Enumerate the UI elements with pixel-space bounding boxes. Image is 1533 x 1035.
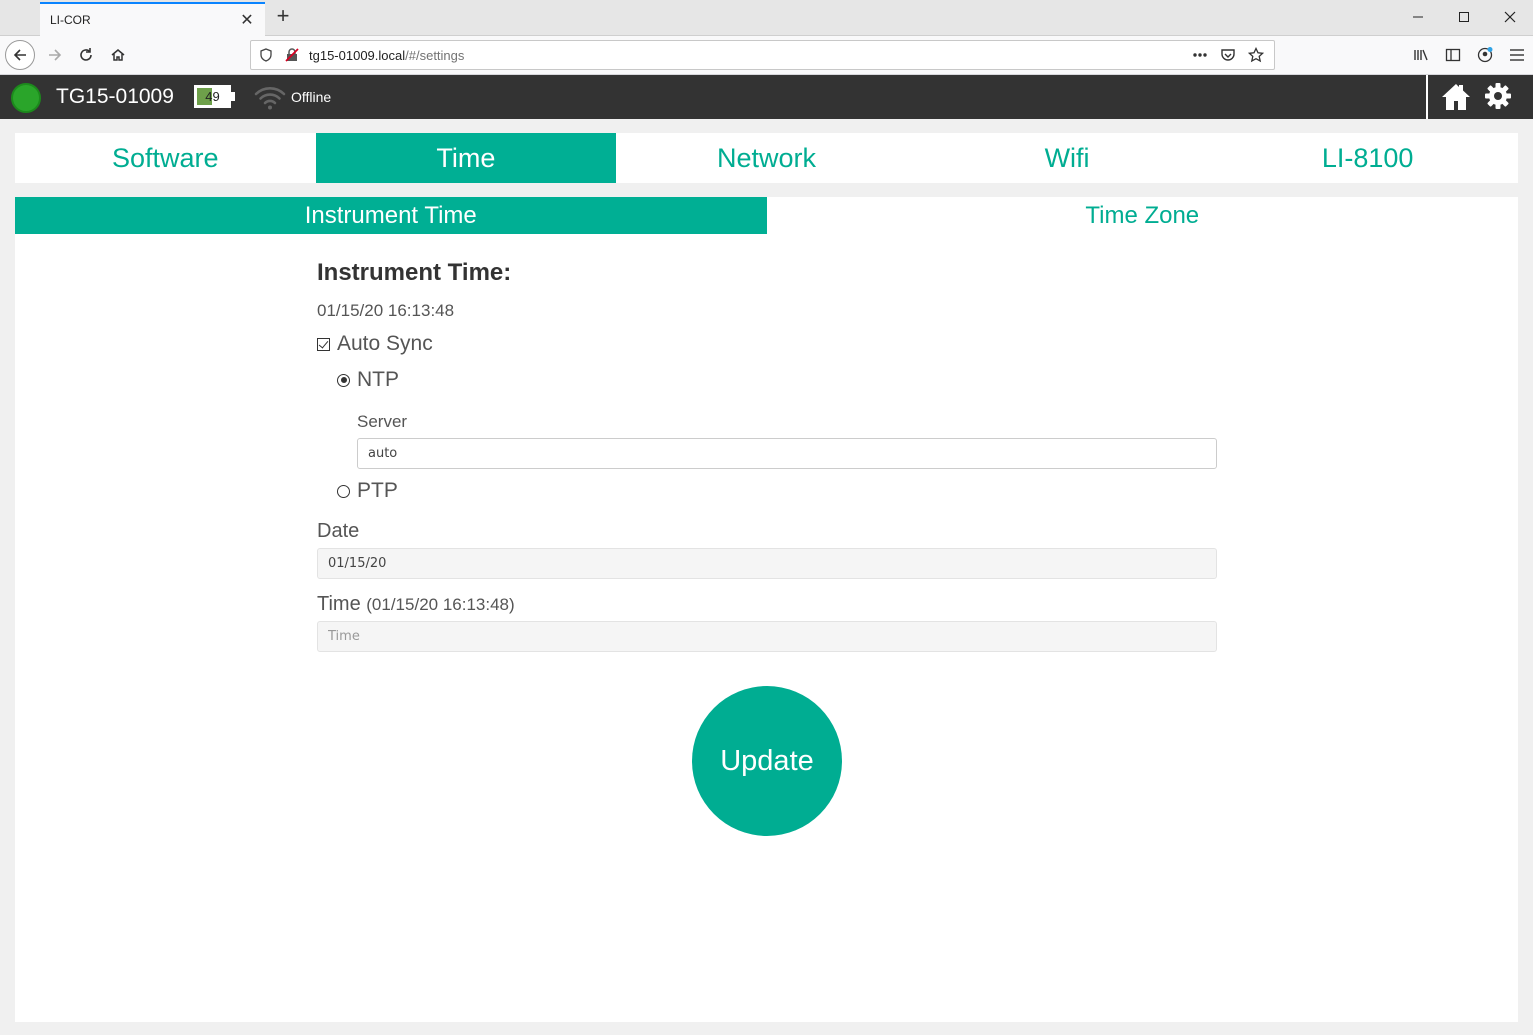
menu-icon[interactable] [1501,40,1533,70]
browser-tab-title: LI-COR [50,13,91,27]
bookmark-star-icon[interactable] [1246,45,1266,65]
home-icon[interactable] [103,40,133,70]
device-name: TG15-01009 [56,85,174,108]
reload-icon[interactable] [71,40,101,70]
battery-icon: 49 [194,85,235,108]
new-tab-icon[interactable]: + [272,4,294,30]
back-arrow-icon[interactable] [5,40,35,70]
browser-tab[interactable]: LI-COR ✕ [40,2,265,36]
shield-icon[interactable] [255,44,277,66]
maximize-icon[interactable] [1441,0,1487,34]
browser-nav-bar: tg15-01009.local/#/settings [0,36,1533,75]
battery-level: 49 [205,89,220,104]
subtab-time-zone[interactable]: Time Zone [767,197,1519,234]
tab-time[interactable]: Time [315,133,617,183]
ptp-radio[interactable] [337,484,350,498]
tab-wifi[interactable]: Wifi [917,133,1218,183]
form-heading: Instrument Time: [317,259,512,286]
page-edge [1527,119,1533,1035]
settings-tabs: Software Time Network Wifi LI-8100 [15,133,1518,183]
time-label-row: Time (01/15/20 16:13:48) [317,593,515,616]
ntp-label: NTP [357,368,399,391]
browser-toolbar-right [1405,40,1533,70]
time-sub-tabs: Instrument Time Time Zone [15,197,1518,234]
tab-software[interactable]: Software [15,133,316,183]
url-path: /#/settings [405,47,465,63]
url-bar[interactable]: tg15-01009.local/#/settings [250,40,1275,70]
time-input[interactable] [317,621,1217,652]
settings-gear-icon[interactable] [1484,82,1512,110]
ptp-option[interactable]: PTP [337,479,398,503]
tab-network[interactable]: Network [616,133,917,183]
sidebar-icon[interactable] [1437,40,1469,70]
current-time: 01/15/20 16:13:48 [317,301,455,320]
time-hint: (01/15/20 16:13:48) [366,595,515,614]
pocket-icon[interactable] [1218,45,1238,65]
ptp-label: PTP [357,479,398,502]
wifi-icon [254,87,286,110]
url-host: tg15-01009.local [309,47,406,63]
time-settings-panel: Instrument Time Time Zone Instrument Tim… [15,197,1518,1022]
app-header: TG15-01009 49 Offline [0,75,1533,119]
wifi-status: Offline [291,89,332,105]
tab-li-8100[interactable]: LI-8100 [1217,133,1518,183]
server-label: Server [357,412,408,431]
date-label: Date [317,520,360,542]
insecure-lock-icon[interactable] [281,44,303,66]
update-button[interactable]: Update [692,686,842,836]
auto-sync-row[interactable]: Auto Sync [317,332,433,356]
account-icon[interactable] [1469,40,1501,70]
close-icon[interactable]: ✕ [239,10,255,30]
ntp-radio[interactable] [337,373,350,387]
url-text: tg15-01009.local/#/settings [309,48,1190,63]
library-icon[interactable] [1405,40,1437,70]
subtab-instrument-time[interactable]: Instrument Time [15,197,767,234]
status-indicator [11,83,41,113]
time-label: Time [317,593,361,615]
server-input[interactable] [357,438,1217,469]
auto-sync-checkbox[interactable] [317,337,330,351]
app-home-icon[interactable] [1440,81,1472,113]
window-controls [1395,0,1533,36]
header-divider [1426,75,1428,119]
ntp-option[interactable]: NTP [337,368,399,392]
date-input[interactable] [317,548,1217,579]
minimize-icon[interactable] [1395,0,1441,34]
forward-arrow-icon[interactable] [40,40,70,70]
window-close-icon[interactable] [1487,0,1533,34]
auto-sync-label: Auto Sync [337,332,433,355]
more-actions-icon[interactable] [1190,45,1210,65]
browser-tab-bar: LI-COR ✕ + [0,0,1533,36]
battery-cap [231,92,235,101]
